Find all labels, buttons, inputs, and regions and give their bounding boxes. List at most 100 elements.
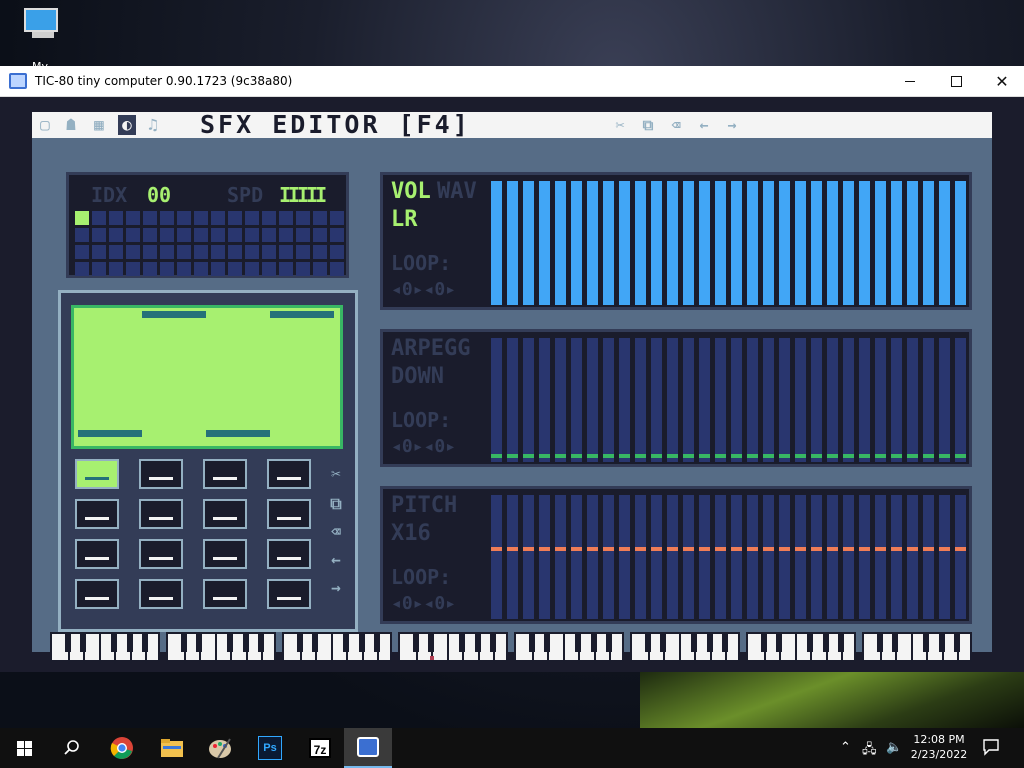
7zip-taskbar-button[interactable]: 7z [296, 728, 344, 768]
action-center-button[interactable] [982, 738, 1000, 760]
volume-envelope-grid[interactable] [491, 181, 969, 305]
piano-black-key[interactable] [64, 634, 71, 652]
arpeggio-envelope-grid[interactable] [491, 338, 969, 462]
volume-tray-icon[interactable]: 🔈 [886, 740, 902, 755]
spd-value[interactable]: IIIII [279, 183, 327, 207]
sfx-slot[interactable] [177, 262, 191, 276]
waveform-preset-button[interactable] [267, 539, 311, 569]
piano-black-key[interactable] [428, 634, 434, 652]
sfx-slot[interactable] [211, 211, 225, 225]
sfx-slot[interactable] [211, 262, 225, 276]
sfx-slot[interactable] [194, 228, 208, 242]
piano-octave[interactable] [50, 632, 160, 664]
piano-black-key[interactable] [180, 634, 187, 652]
piano-black-key[interactable] [838, 634, 844, 652]
sfx-slot[interactable] [109, 228, 123, 242]
piano-octave[interactable] [166, 632, 276, 664]
file-explorer-taskbar-button[interactable] [148, 728, 196, 768]
sfx-slot[interactable] [330, 228, 344, 242]
sfx-slot[interactable] [313, 245, 327, 259]
piano-black-key[interactable] [807, 634, 813, 652]
sfx-slot[interactable] [177, 245, 191, 259]
piano-black-key[interactable] [706, 634, 713, 652]
photoshop-taskbar-button[interactable]: Ps [246, 728, 294, 768]
minimize-button[interactable] [887, 66, 933, 96]
sfx-slot[interactable] [279, 228, 293, 242]
piano-black-key[interactable] [296, 634, 303, 652]
waveform-preset-button[interactable] [267, 579, 311, 609]
sfx-slot[interactable] [126, 228, 140, 242]
music-editor-tab-icon[interactable]: ♫ [144, 115, 162, 135]
wave-prev-icon[interactable]: ← [325, 549, 347, 571]
sfx-slot[interactable] [126, 211, 140, 225]
piano-keyboard[interactable] [50, 632, 974, 664]
sfx-slot[interactable] [109, 211, 123, 225]
sfx-slot[interactable] [211, 228, 225, 242]
sfx-slot[interactable] [75, 262, 89, 276]
piano-black-key[interactable] [490, 634, 496, 652]
copy-wave-icon[interactable]: ⧉ [325, 493, 347, 515]
sfx-slot[interactable] [126, 245, 140, 259]
piano-black-key[interactable] [412, 634, 419, 652]
sfx-slot[interactable] [75, 211, 89, 225]
sfx-slot[interactable] [75, 228, 89, 242]
sfx-slot[interactable] [211, 245, 225, 259]
sfx-slot[interactable] [160, 211, 174, 225]
chrome-taskbar-button[interactable] [98, 728, 146, 768]
piano-black-key[interactable] [822, 634, 829, 652]
paint-taskbar-button[interactable] [196, 728, 244, 768]
sfx-slot[interactable] [109, 245, 123, 259]
sfx-slot[interactable] [177, 228, 191, 242]
piano-black-key[interactable] [923, 634, 929, 652]
piano-octave[interactable] [514, 632, 624, 664]
waveform-preset-button[interactable] [139, 499, 183, 529]
code-editor-tab-icon[interactable]: ▢ [36, 115, 54, 135]
waveform-preset-button[interactable] [203, 539, 247, 569]
sfx-slot[interactable] [109, 262, 123, 276]
taskbar-clock[interactable]: 12:08 PM 2/23/2022 [908, 732, 970, 762]
network-tray-icon[interactable]: 🖧 [862, 740, 877, 762]
piano-black-key[interactable] [196, 634, 202, 652]
cut-icon[interactable]: ✂ [610, 115, 630, 135]
sfx-slot[interactable] [194, 211, 208, 225]
waveform-preset-button[interactable] [139, 579, 183, 609]
sfx-slot[interactable] [330, 262, 344, 276]
sfx-slot-grid[interactable] [75, 211, 344, 276]
sfx-slot[interactable] [296, 245, 310, 259]
waveform-preset-button[interactable] [203, 499, 247, 529]
window-titlebar[interactable]: TIC-80 tiny computer 0.90.1723 (9c38a80)… [0, 66, 1024, 97]
piano-black-key[interactable] [776, 634, 782, 652]
sfx-slot[interactable] [194, 245, 208, 259]
cut-wave-icon[interactable]: ✂ [325, 463, 347, 485]
map-editor-tab-icon[interactable]: ▦ [90, 115, 108, 135]
paste-wave-icon[interactable]: ⌫ [325, 521, 347, 543]
piano-black-key[interactable] [358, 634, 365, 652]
piano-black-key[interactable] [938, 634, 945, 652]
wave-next-icon[interactable]: → [325, 577, 347, 599]
piano-black-key[interactable] [644, 634, 651, 652]
sfx-slot[interactable] [262, 211, 276, 225]
piano-black-key[interactable] [258, 634, 264, 652]
waveform-preset-button[interactable] [203, 459, 247, 489]
copy-icon[interactable]: ⧉ [638, 115, 658, 135]
sfx-slot[interactable] [160, 245, 174, 259]
sprite-editor-tab-icon[interactable]: ☗ [62, 115, 80, 135]
start-button[interactable] [0, 728, 48, 768]
sfx-slot[interactable] [296, 228, 310, 242]
sfx-slot[interactable] [313, 262, 327, 276]
piano-octave[interactable] [746, 632, 856, 664]
sfx-slot[interactable] [92, 245, 106, 259]
sfx-slot[interactable] [296, 262, 310, 276]
piano-black-key[interactable] [80, 634, 86, 652]
lr-toggle[interactable]: LR [391, 207, 418, 233]
piano-black-key[interactable] [227, 634, 233, 652]
sfx-slot[interactable] [92, 228, 106, 242]
piano-black-key[interactable] [590, 634, 597, 652]
sfx-slot[interactable] [177, 211, 191, 225]
maximize-button[interactable] [933, 66, 979, 96]
waveform-preset-button[interactable] [203, 579, 247, 609]
sfx-slot[interactable] [262, 228, 276, 242]
arp-down-toggle[interactable]: DOWN [391, 364, 444, 390]
sfx-slot[interactable] [245, 245, 259, 259]
piano-black-key[interactable] [374, 634, 380, 652]
